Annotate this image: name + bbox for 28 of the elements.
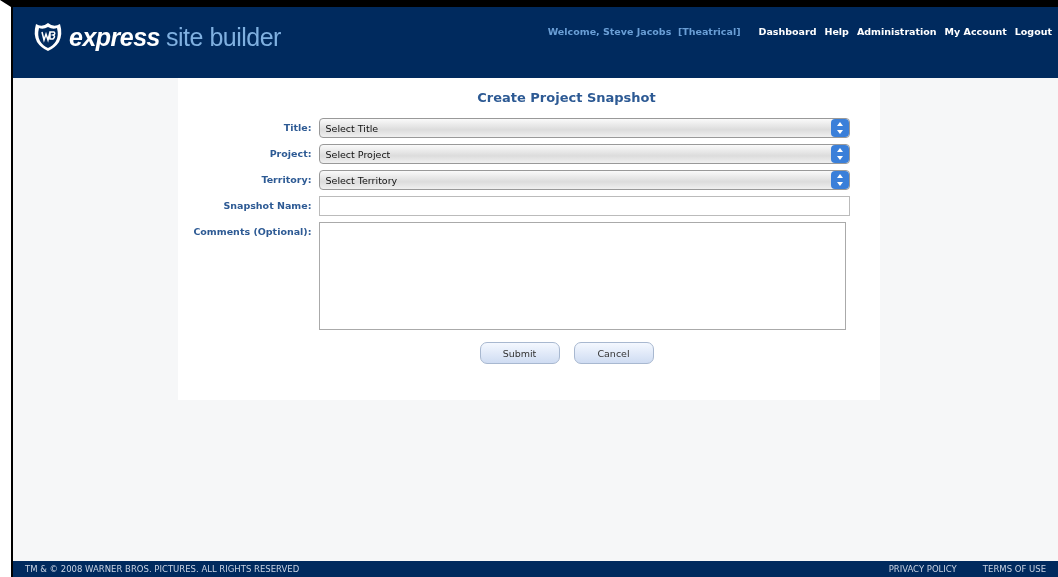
- logo-subtext: site builder: [166, 22, 281, 52]
- logo-text: express: [69, 22, 161, 52]
- field-label: Comments (Optional):: [192, 225, 312, 237]
- footer-link[interactable]: PRIVACY POLICY: [888, 564, 957, 574]
- field-label: Territory:: [260, 173, 312, 185]
- select-field[interactable]: Select Project: [318, 144, 850, 164]
- nav-link[interactable]: Administration: [856, 26, 937, 37]
- field-label: Title:: [282, 121, 312, 133]
- shield-logo-icon: [33, 21, 63, 53]
- field-label: Project:: [268, 147, 312, 159]
- stepper-icon: [830, 119, 849, 137]
- select-field[interactable]: Select Territory: [318, 170, 850, 190]
- input-field[interactable]: [318, 196, 850, 216]
- comments-field[interactable]: [318, 222, 846, 330]
- copyright-text: TM & © 2008 WARNER BROS. PICTURES. ALL RIGHTS RESERVED: [25, 564, 300, 574]
- nav-link[interactable]: Help: [824, 26, 849, 37]
- form-title: Create Project Snapshot: [476, 90, 657, 105]
- nav-link[interactable]: Logout: [1014, 26, 1052, 37]
- footer-link[interactable]: TERMS OF USE: [982, 564, 1046, 574]
- welcome-text: Welcome, Steve Jacobs [Theatrical]: [547, 26, 741, 37]
- nav-link[interactable]: Dashboard: [758, 26, 817, 37]
- select-field[interactable]: Select Title: [318, 118, 850, 138]
- stepper-icon: [830, 145, 849, 163]
- submit-button[interactable]: Submit: [479, 342, 560, 364]
- nav-link[interactable]: My Account: [944, 26, 1007, 37]
- field-label: Snapshot Name:: [222, 199, 312, 211]
- cancel-button[interactable]: Cancel: [573, 342, 654, 364]
- stepper-icon: [830, 171, 849, 189]
